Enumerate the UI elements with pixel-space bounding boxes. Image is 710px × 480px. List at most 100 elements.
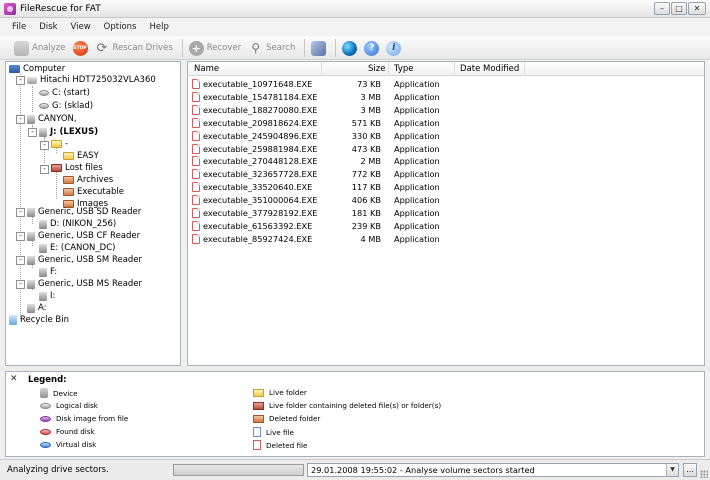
column-divider[interactable] — [524, 62, 525, 76]
analyze-label: Analyze — [32, 43, 66, 53]
recover-button[interactable]: + Recover — [188, 40, 241, 56]
tree-item-label: Recycle Bin — [20, 315, 70, 325]
table-row[interactable]: executable_188270080.EXE 3 MB Application — [188, 104, 704, 117]
tree-item-label: E: (CANON_DC) — [50, 243, 116, 253]
globe-icon — [342, 40, 358, 56]
tree-item-volume-f[interactable]: F: — [39, 266, 57, 278]
close-button[interactable]: ✕ — [688, 2, 706, 15]
legend-label: Deleted folder — [269, 414, 321, 423]
tree-item-recycle-bin[interactable]: Recycle Bin — [9, 314, 69, 326]
menu-help[interactable]: Help — [149, 22, 168, 32]
usb-volume-icon — [39, 243, 47, 253]
legend-item-virtual-disk: Virtual disk — [40, 440, 96, 449]
column-header-name[interactable]: Name — [194, 64, 219, 74]
help-button[interactable]: ? — [364, 40, 380, 56]
floppy-icon — [27, 303, 35, 313]
resize-grip[interactable] — [700, 470, 708, 478]
table-row[interactable]: executable_259881984.EXE 473 KB Applicatio… — [188, 143, 704, 156]
file-type: Application — [394, 79, 440, 89]
tree-collapse-toggle[interactable]: - — [16, 76, 25, 85]
tree-item-usb-ms-reader[interactable]: Generic, USB MS Reader — [27, 278, 142, 290]
file-type: Application — [394, 195, 440, 206]
table-row[interactable]: executable_209818624.EXE 571 KB Applicatio… — [188, 117, 704, 130]
log-dropdown[interactable]: 29.01.2008 19:55:02 - Analyse volume sec… — [307, 463, 679, 477]
table-row[interactable]: executable_245904896.EXE 330 KB Applicatio… — [188, 130, 704, 143]
table-row[interactable]: executable_61563392.EXE 239 KB Application — [188, 220, 704, 233]
usb-volume-icon — [39, 127, 47, 137]
tree-collapse-toggle[interactable]: - — [16, 256, 25, 265]
table-row[interactable]: executable_270448128.EXE 2 MB Application — [188, 155, 704, 168]
table-row[interactable]: executable_351000064.EXE 406 KB Applicatio… — [188, 194, 704, 207]
maximize-button[interactable]: □ — [671, 2, 687, 15]
column-divider[interactable] — [321, 62, 322, 76]
tree-item-volume-c[interactable]: C: (start) — [39, 87, 90, 99]
tree-item-hitachi-disk[interactable]: Hitachi HDT725032VLA360 — [27, 74, 156, 86]
volume-icon — [39, 103, 49, 109]
menu-options[interactable]: Options — [104, 22, 137, 32]
tree-connector — [56, 171, 57, 199]
file-type: Application — [394, 182, 440, 193]
tree-collapse-toggle[interactable]: - — [16, 208, 25, 217]
tree-item-volume-e[interactable]: E: (CANON_DC) — [39, 242, 115, 254]
log-more-button[interactable]: ... — [683, 463, 697, 477]
column-header-size[interactable]: Size — [368, 64, 385, 74]
tree-item-volume-g[interactable]: G: (sklad) — [39, 100, 93, 112]
tree-collapse-toggle[interactable]: - — [40, 141, 49, 150]
settings-button[interactable] — [311, 40, 327, 56]
legend-item-live-folder: Live folder — [253, 388, 307, 397]
tree-item-usb-sd-reader[interactable]: Generic, USB SD Reader — [27, 206, 141, 218]
table-row[interactable]: executable_323657728.EXE 772 KB Applicatio… — [188, 168, 704, 181]
tree-item-label: CANYON, — [38, 114, 77, 124]
legend-label: Live folder containing deleted file(s) o… — [269, 401, 442, 410]
tree-collapse-toggle[interactable]: - — [16, 115, 25, 124]
stop-button[interactable]: STOP — [72, 40, 88, 56]
tree-item-canyon[interactable]: CANYON, — [27, 113, 77, 125]
rescan-drives-button[interactable]: ⟳ Rescan Drives — [95, 41, 173, 56]
table-row[interactable]: executable_154781184.EXE 3 MB Application — [188, 91, 704, 104]
tree-item-executable[interactable]: Executable — [63, 186, 124, 198]
website-button[interactable] — [342, 40, 358, 56]
search-button[interactable]: ⚲ Search — [248, 41, 295, 56]
tree-item-volume-i[interactable]: I: — [39, 290, 55, 302]
tree-item-folder-easy[interactable]: EASY — [63, 150, 99, 162]
tree-item-volume-d[interactable]: D: (NIKON_256) — [39, 218, 116, 230]
tree-item-folder-dash[interactable]: - — [51, 138, 68, 150]
tree-item-lost-files[interactable]: Lost files — [51, 162, 103, 174]
volume-icon — [39, 90, 49, 96]
deleted-file-icon — [192, 182, 200, 193]
app-icon — [4, 2, 16, 15]
tree-item-usb-cf-reader[interactable]: Generic, USB CF Reader — [27, 230, 140, 242]
toolbar-separator — [335, 39, 337, 57]
tree-collapse-toggle[interactable]: - — [40, 165, 49, 174]
file-size: 181 KB — [351, 208, 381, 218]
tree-item-floppy-a[interactable]: A: — [27, 302, 47, 314]
legend-label: Disk image from file — [56, 414, 129, 423]
chevron-down-icon[interactable]: ▼ — [666, 464, 678, 476]
table-row[interactable]: executable_377928192.EXE 181 KB Applicatio… — [188, 207, 704, 220]
column-divider[interactable] — [454, 62, 455, 76]
tree-item-volume-j[interactable]: J: (LEXUS) — [39, 126, 98, 138]
file-type: Application — [394, 91, 440, 102]
tree-collapse-toggle[interactable]: - — [28, 128, 37, 137]
menu-view[interactable]: View — [71, 22, 91, 32]
table-row[interactable]: executable_85927424.EXE 4 MB Application — [188, 233, 704, 246]
minimize-button[interactable]: – — [654, 2, 670, 15]
menu-file[interactable]: File — [12, 22, 26, 32]
tree-collapse-toggle[interactable]: - — [16, 232, 25, 241]
tree-item-usb-sm-reader[interactable]: Generic, USB SM Reader — [27, 254, 142, 266]
tree-collapse-toggle[interactable]: - — [16, 280, 25, 289]
tree-item-archives[interactable]: Archives — [63, 174, 113, 186]
deleted-folder-icon — [63, 188, 74, 196]
file-size: 73 KB — [356, 79, 381, 89]
column-header-type[interactable]: Type — [394, 64, 414, 74]
table-row[interactable]: executable_33520640.EXE 117 KB Application — [188, 181, 704, 194]
file-name: executable_377928192.EXE — [203, 208, 318, 218]
about-button[interactable]: i — [386, 40, 402, 56]
column-divider[interactable] — [388, 62, 389, 76]
analyze-button[interactable]: Analyze — [14, 40, 66, 56]
menu-disk[interactable]: Disk — [39, 22, 57, 32]
column-header-date-modified[interactable]: Date Modified — [460, 64, 519, 74]
close-legend-icon[interactable]: ✕ — [10, 374, 18, 384]
file-name: executable_259881984.EXE — [203, 143, 318, 154]
table-row[interactable]: executable_10971648.EXE 73 KB Application — [188, 78, 704, 91]
